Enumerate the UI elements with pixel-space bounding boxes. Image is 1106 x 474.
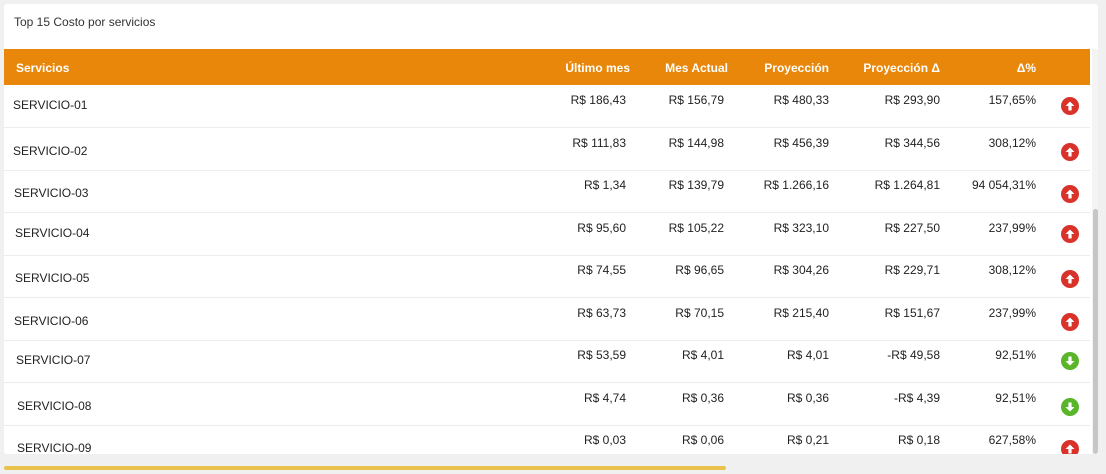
proyeccion-delta-value: R$ 229,71 [884,263,940,277]
table-row[interactable]: SERVICIO-03 R$ 1,34 R$ 139,79 R$ 1.266,16 R$… [4,170,1090,213]
table-row[interactable]: SERVICIO-07 R$ 53,59 R$ 4,01 R$ 4,01 -R$ 49,… [4,340,1090,383]
horizontal-scroll-indicator[interactable] [4,466,726,470]
header-proyeccion[interactable]: Proyección [764,61,829,75]
service-name: SERVICIO-03 [14,186,89,200]
ultimo-mes-value: R$ 74,55 [577,263,626,277]
service-name: SERVICIO-07 [16,353,91,367]
delta-pct-value: 92,51% [995,390,1036,405]
header-proyeccion-delta[interactable]: Proyección Δ [863,61,940,75]
mes-actual-value: R$ 70,15 [675,305,724,320]
header-servicios[interactable]: Servicios [16,61,69,75]
mes-actual-value: R$ 4,01 [681,348,724,362]
proyeccion-delta-value: -R$ 49,58 [887,348,940,362]
delta-pct-value: 237,99% [988,305,1036,320]
proyeccion-delta-value: R$ 1.264,81 [874,178,940,192]
arrow-down-circle-icon [1061,397,1079,416]
delta-pct-value: 92,51% [995,348,1036,362]
table-row[interactable]: SERVICIO-08 R$ 4,74 R$ 0,36 R$ 0,36 -R$ 4,39… [4,383,1090,426]
proyeccion-value: R$ 456,39 [773,135,829,150]
table-row[interactable]: SERVICIO-04 R$ 95,60 R$ 105,22 R$ 323,10 R$ … [4,213,1090,256]
ultimo-mes-value: R$ 4,74 [583,390,626,405]
arrow-up-circle-icon [1061,97,1079,115]
arrow-up-circle-icon [1061,142,1079,161]
table-row[interactable]: SERVICIO-01 R$ 186,43 R$ 156,79 R$ 480,33 R$… [4,85,1090,128]
proyeccion-delta-value: R$ 151,67 [884,305,940,320]
card-title: Top 15 Costo por servicios [14,15,156,29]
delta-pct-value: 308,12% [988,263,1036,277]
ultimo-mes-value: R$ 111,83 [572,135,626,150]
header-mes-actual[interactable]: Mes Actual [665,61,728,75]
proyeccion-delta-value: R$ 227,50 [884,220,940,235]
service-name: SERVICIO-04 [15,225,90,240]
service-name: SERVICIO-06 [14,313,89,328]
ultimo-mes-value: R$ 186,43 [570,93,626,107]
mes-actual-value: R$ 105,22 [668,220,724,235]
ultimo-mes-value: R$ 1,34 [583,178,626,192]
ultimo-mes-value: R$ 0,03 [583,433,626,447]
service-name: SERVICIO-08 [17,398,92,413]
mes-actual-value: R$ 156,79 [668,93,724,107]
delta-pct-value: 94 054,31% [971,178,1036,192]
table-header: Servicios Último mes Mes Actual Proyecci… [4,49,1090,85]
mes-actual-value: R$ 139,79 [668,178,724,192]
proyeccion-delta-value: -R$ 4,39 [893,390,940,405]
table-row[interactable]: SERVICIO-09 R$ 0,03 R$ 0,06 R$ 0,21 R$ 0,18 6… [4,425,1090,454]
mes-actual-value: R$ 0,06 [681,433,724,447]
proyeccion-delta-value: R$ 0,18 [897,433,940,447]
service-name: SERVICIO-09 [17,441,92,454]
services-table: Servicios Último mes Mes Actual Proyecci… [4,49,1098,454]
service-name: SERVICIO-01 [13,98,88,112]
mes-actual-value: R$ 0,36 [681,390,724,405]
service-name: SERVICIO-05 [15,271,90,285]
table-row[interactable]: SERVICIO-05 R$ 74,55 R$ 96,65 R$ 304,26 R$ 2… [4,255,1090,298]
arrow-down-circle-icon [1061,352,1079,370]
delta-pct-value: 627,58% [988,433,1036,447]
proyeccion-value: R$ 0,36 [786,390,829,405]
services-cost-card: Top 15 Costo por servicios Servicios Últ… [4,4,1098,454]
arrow-up-circle-icon [1061,270,1079,288]
arrow-up-circle-icon [1061,440,1079,454]
ultimo-mes-value: R$ 95,60 [577,220,626,235]
proyeccion-delta-value: R$ 293,90 [884,93,940,107]
scrollbar-thumb[interactable] [1093,209,1098,454]
delta-pct-value: 157,65% [988,93,1036,107]
proyeccion-value: R$ 480,33 [773,93,829,107]
arrow-up-circle-icon [1061,185,1079,203]
proyeccion-value: R$ 1.266,16 [763,178,829,192]
table-row[interactable]: SERVICIO-06 R$ 63,73 R$ 70,15 R$ 215,40 R$ 1… [4,298,1090,341]
arrow-up-circle-icon [1061,224,1079,243]
delta-pct-value: 308,12% [988,135,1036,150]
proyeccion-value: R$ 323,10 [773,220,829,235]
proyeccion-value: R$ 4,01 [786,348,829,362]
proyeccion-value: R$ 304,26 [773,263,829,277]
proyeccion-delta-value: R$ 344,56 [884,135,940,150]
ultimo-mes-value: R$ 53,59 [577,348,626,362]
table-row[interactable]: SERVICIO-02 R$ 111,83 R$ 144,98 R$ 456,39 R$… [4,128,1090,171]
proyeccion-value: R$ 0,21 [786,433,829,447]
mes-actual-value: R$ 96,65 [675,263,724,277]
header-delta-pct[interactable]: Δ% [1017,61,1036,75]
proyeccion-value: R$ 215,40 [773,305,829,320]
arrow-up-circle-icon [1061,312,1079,331]
mes-actual-value: R$ 144,98 [668,135,724,150]
ultimo-mes-value: R$ 63,73 [577,305,626,320]
delta-pct-value: 237,99% [988,220,1036,235]
service-name: SERVICIO-02 [13,143,88,158]
header-ultimo-mes[interactable]: Último mes [565,61,630,75]
